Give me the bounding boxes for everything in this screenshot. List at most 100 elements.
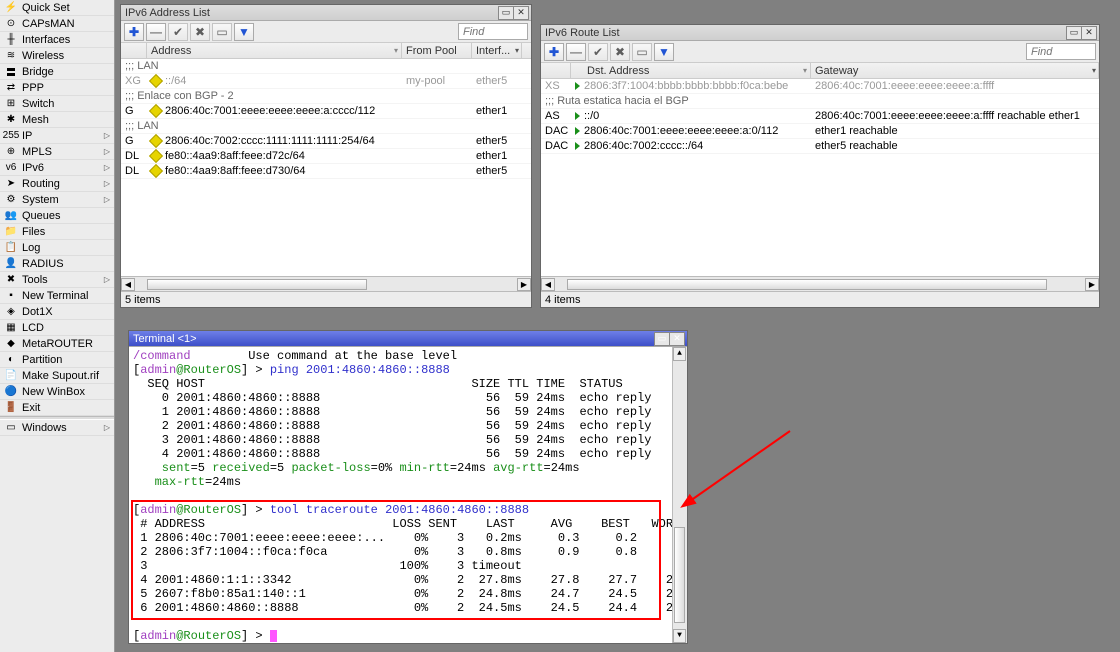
window-title: IPv6 Route List — [543, 27, 1067, 39]
terminal-body[interactable]: /command Use command at the base level [… — [129, 347, 687, 643]
titlebar[interactable]: Terminal <1> ▭ ✕ — [129, 331, 687, 347]
window-detach-button[interactable]: ▭ — [1066, 26, 1082, 40]
table-row[interactable]: G2806:40c:7002:cccc:1111:1111:1111:254/6… — [121, 134, 531, 149]
window-title: IPv6 Address List — [123, 7, 499, 19]
titlebar[interactable]: IPv6 Address List ▭ ✕ — [121, 5, 531, 21]
sidebar-item-dot1x[interactable]: ◈Dot1X — [0, 304, 114, 320]
scroll-left-button[interactable]: ◀ — [541, 278, 555, 291]
window-close-button[interactable]: ✕ — [513, 6, 529, 20]
sidebar-item-ip[interactable]: 255IP▷ — [0, 128, 114, 144]
sidebar-item-bridge[interactable]: 〓Bridge — [0, 64, 114, 80]
sidebar-item-routing[interactable]: ➤Routing▷ — [0, 176, 114, 192]
window-title: Terminal <1> — [131, 333, 655, 345]
remove-button[interactable]: — — [566, 43, 586, 61]
comment-button[interactable]: ▭ — [212, 23, 232, 41]
table-row[interactable]: DAC2806:40c:7001:eeee:eeee:eeee:a:0/112e… — [541, 124, 1099, 139]
table-row[interactable]: XG::/64my-poolether5 — [121, 74, 531, 89]
scroll-left-button[interactable]: ◀ — [121, 278, 135, 291]
submenu-arrow-icon: ▷ — [104, 423, 110, 432]
window-close-button[interactable]: ✕ — [669, 332, 685, 346]
cell-flags: XS — [541, 79, 571, 93]
sidebar-icon: ⊞ — [4, 97, 18, 111]
grid-comment-row[interactable]: ;;; LAN — [121, 59, 531, 74]
sidebar-item-ipv6[interactable]: v6IPv6▷ — [0, 160, 114, 176]
sidebar-item-wireless[interactable]: ≋Wireless — [0, 48, 114, 64]
horizontal-scrollbar[interactable]: ◀ ▶ — [541, 276, 1099, 291]
window-detach-button[interactable]: ▭ — [654, 332, 670, 346]
table-row[interactable]: AS::/02806:40c:7001:eeee:eeee:eeee:a:fff… — [541, 109, 1099, 124]
grid-comment-row[interactable]: ;;; Ruta estatica hacia el BGP — [541, 94, 1099, 109]
sidebar-item-new-winbox[interactable]: 🔵New WinBox — [0, 384, 114, 400]
sidebar-item-queues[interactable]: 👥Queues — [0, 208, 114, 224]
submenu-arrow-icon: ▷ — [104, 195, 110, 204]
scroll-thumb[interactable] — [674, 527, 685, 623]
sidebar-item-mpls[interactable]: ⊕MPLS▷ — [0, 144, 114, 160]
grid-comment-row[interactable]: ;;; LAN — [121, 119, 531, 134]
col-interface[interactable]: Interf...▾ — [472, 43, 522, 58]
sidebar-icon: ✖ — [4, 273, 18, 287]
grid-comment-row[interactable]: ;;; Enlace con BGP - 2 — [121, 89, 531, 104]
sidebar-icon: v6 — [4, 161, 18, 175]
sidebar-item-mesh[interactable]: ✱Mesh — [0, 112, 114, 128]
sidebar-item-new-terminal[interactable]: ▪New Terminal — [0, 288, 114, 304]
col-flags[interactable] — [541, 63, 571, 78]
sidebar-icon: 📄 — [4, 369, 18, 383]
find-input[interactable] — [1026, 43, 1096, 60]
sidebar-item-log[interactable]: 📋Log — [0, 240, 114, 256]
sidebar-item-tools[interactable]: ✖Tools▷ — [0, 272, 114, 288]
scroll-right-button[interactable]: ▶ — [517, 278, 531, 291]
col-gateway[interactable]: Gateway▾ — [811, 63, 1099, 78]
cell-from-pool: my-pool — [402, 74, 472, 88]
sidebar-item-ppp[interactable]: ⇄PPP — [0, 80, 114, 96]
sidebar-item-make-supout.rif[interactable]: 📄Make Supout.rif — [0, 368, 114, 384]
scroll-thumb[interactable] — [147, 279, 367, 290]
enable-button[interactable]: ✔ — [168, 23, 188, 41]
sidebar-item-label: Quick Set — [22, 2, 110, 14]
sidebar-item-partition[interactable]: ◐Partition — [0, 352, 114, 368]
scroll-up-button[interactable]: ▲ — [673, 347, 686, 361]
horizontal-scrollbar[interactable]: ◀ ▶ — [121, 276, 531, 291]
sidebar-item-capsman[interactable]: ⊙CAPsMAN — [0, 16, 114, 32]
filter-button[interactable]: ▼ — [654, 43, 674, 61]
sidebar-item-quick-set[interactable]: ⚡Quick Set — [0, 0, 114, 16]
table-row[interactable]: DLfe80::4aa9:8aff:feee:d72c/64ether1 — [121, 149, 531, 164]
sidebar-item-system[interactable]: ⚙System▷ — [0, 192, 114, 208]
sidebar-item-windows[interactable]: ▭ Windows ▷ — [0, 420, 114, 436]
comment-button[interactable]: ▭ — [632, 43, 652, 61]
sidebar-item-radius[interactable]: 👤RADIUS — [0, 256, 114, 272]
sidebar-item-switch[interactable]: ⊞Switch — [0, 96, 114, 112]
col-flags[interactable] — [121, 43, 147, 58]
titlebar[interactable]: IPv6 Route List ▭ ✕ — [541, 25, 1099, 41]
add-button[interactable]: ✚ — [544, 43, 564, 61]
col-dst-address[interactable]: Dst. Address — [571, 63, 811, 78]
cell-flags: XG — [121, 74, 147, 88]
scroll-down-button[interactable]: ▼ — [673, 629, 686, 643]
sidebar-icon: ◈ — [4, 305, 18, 319]
col-address[interactable]: Address — [147, 43, 402, 58]
table-row[interactable]: XS2806:3f7:1004:bbbb:bbbb:bbbb:f0ca:bebe… — [541, 79, 1099, 94]
filter-button[interactable]: ▼ — [234, 23, 254, 41]
scroll-right-button[interactable]: ▶ — [1085, 278, 1099, 291]
remove-button[interactable]: — — [146, 23, 166, 41]
sidebar-item-exit[interactable]: 🚪Exit — [0, 400, 114, 416]
window-detach-button[interactable]: ▭ — [498, 6, 514, 20]
scroll-thumb[interactable] — [567, 279, 1047, 290]
vertical-scrollbar[interactable]: ▲ ▼ — [672, 347, 687, 643]
sidebar-item-metarouter[interactable]: ◆MetaROUTER — [0, 336, 114, 352]
sidebar-item-lcd[interactable]: ▦LCD — [0, 320, 114, 336]
table-row[interactable]: G2806:40c:7001:eeee:eeee:eeee:a:cccc/112… — [121, 104, 531, 119]
disable-button[interactable]: ✖ — [610, 43, 630, 61]
sidebar-item-files[interactable]: 📁Files — [0, 224, 114, 240]
table-row[interactable]: DLfe80::4aa9:8aff:feee:d730/64ether5 — [121, 164, 531, 179]
enable-button[interactable]: ✔ — [588, 43, 608, 61]
window-close-button[interactable]: ✕ — [1081, 26, 1097, 40]
sidebar-item-interfaces[interactable]: ╫Interfaces — [0, 32, 114, 48]
add-button[interactable]: ✚ — [124, 23, 144, 41]
col-from-pool[interactable]: From Pool — [402, 43, 472, 58]
sidebar-item-label: Queues — [22, 210, 110, 222]
table-row[interactable]: DAC2806:40c:7002:cccc::/64ether5 reachab… — [541, 139, 1099, 154]
find-input[interactable] — [458, 23, 528, 40]
disable-button[interactable]: ✖ — [190, 23, 210, 41]
annotation-arrow-icon — [680, 426, 800, 516]
sidebar-icon: ⊙ — [4, 17, 18, 31]
